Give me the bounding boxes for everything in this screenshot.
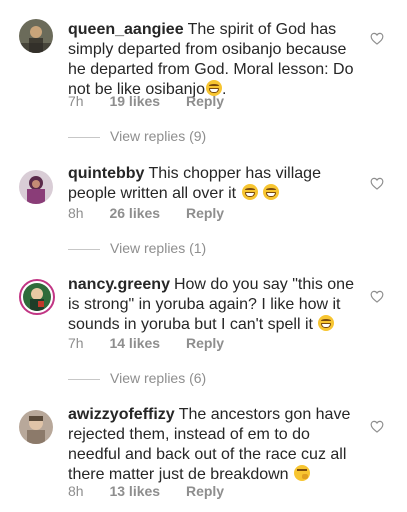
reply-button[interactable]: Reply: [186, 335, 224, 351]
comment-time: 7h: [68, 335, 84, 351]
comment-meta: 7h 14 likes Reply: [68, 335, 224, 351]
divider: [68, 378, 100, 380]
comment-time: 8h: [68, 205, 84, 221]
laughing-emoji-icon: [241, 184, 258, 200]
avatar[interactable]: [19, 279, 55, 315]
comment-meta: 8h 26 likes Reply: [68, 205, 224, 221]
comment-username[interactable]: queen_aangiee: [68, 21, 184, 38]
view-replies-label[interactable]: View replies (6): [110, 370, 206, 386]
comment-time: 8h: [68, 483, 84, 499]
view-replies-button[interactable]: View replies (9): [68, 128, 206, 144]
view-replies-button[interactable]: View replies (1): [68, 240, 206, 256]
divider: [68, 248, 100, 250]
laughing-emoji-icon: [263, 184, 279, 200]
comment-meta: 7h 19 likes Reply: [68, 93, 224, 109]
avatar[interactable]: [19, 19, 53, 53]
view-replies-label[interactable]: View replies (1): [110, 240, 206, 256]
comment-username[interactable]: quintebby: [68, 165, 144, 182]
avatar[interactable]: [19, 170, 53, 204]
reply-button[interactable]: Reply: [186, 93, 224, 109]
comment-likes[interactable]: 13 likes: [109, 483, 160, 499]
comment-time: 7h: [68, 93, 84, 109]
divider: [68, 136, 100, 138]
view-replies-button[interactable]: View replies (6): [68, 370, 206, 386]
comment-username[interactable]: nancy.greeny: [68, 276, 170, 293]
avatar[interactable]: [19, 410, 53, 444]
heart-outline-icon[interactable]: [370, 32, 384, 45]
comment-text: nancy.greeny How do you say "this one is …: [68, 275, 356, 335]
comment-likes[interactable]: 19 likes: [109, 93, 160, 109]
heart-outline-icon[interactable]: [370, 290, 384, 303]
comment-meta: 8h 13 likes Reply: [68, 483, 224, 499]
reply-button[interactable]: Reply: [186, 205, 224, 221]
reply-button[interactable]: Reply: [186, 483, 224, 499]
comment-text: quintebby This chopper has village people…: [68, 164, 356, 204]
view-replies-label[interactable]: View replies (9): [110, 128, 206, 144]
heart-outline-icon[interactable]: [370, 420, 384, 433]
comment-username[interactable]: awizzyofeffizy: [68, 406, 175, 423]
comment-likes[interactable]: 26 likes: [109, 205, 160, 221]
comment-text: awizzyofeffizy The ancestors gon have rej…: [68, 405, 356, 485]
comment-likes[interactable]: 14 likes: [109, 335, 160, 351]
laughing-emoji-icon: [318, 315, 335, 331]
heart-outline-icon[interactable]: [370, 177, 384, 190]
thinking-emoji-icon: [294, 465, 311, 481]
comment-text: queen_aangiee The spirit of God has simpl…: [68, 21, 354, 98]
